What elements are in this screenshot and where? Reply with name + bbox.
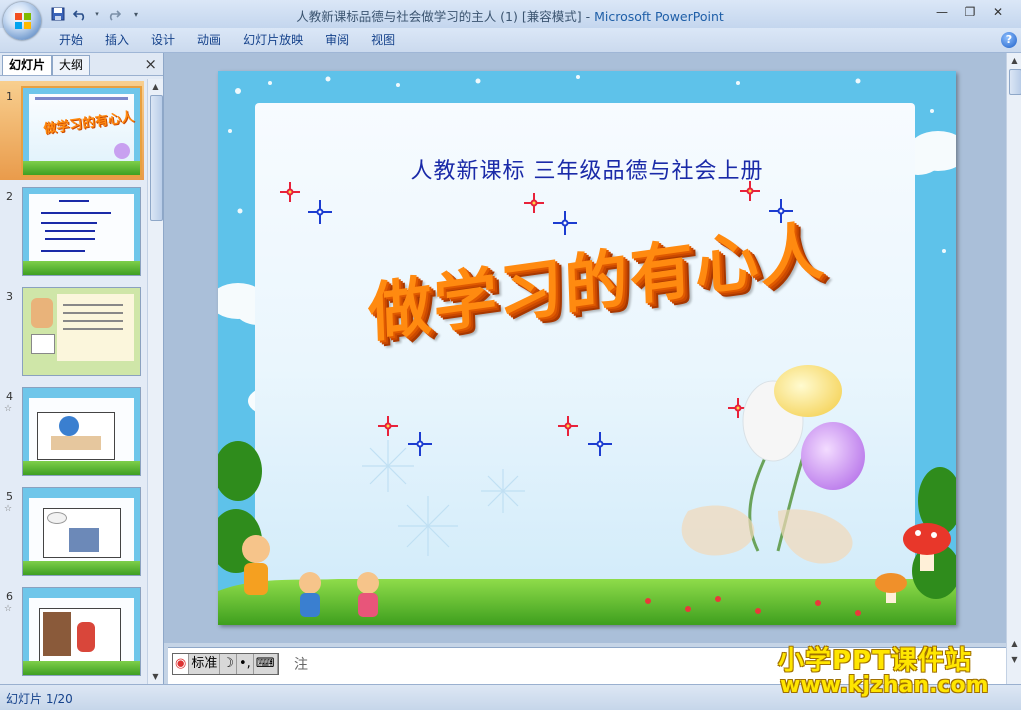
tab-slides[interactable]: 幻灯片 (2, 55, 53, 75)
slide-preview (22, 387, 141, 476)
slide-counter: 幻灯片 1/20 (6, 692, 73, 706)
scrollbar-thumb[interactable] (1009, 69, 1021, 95)
slide-thumbnail[interactable]: 5 ☆ (0, 487, 147, 579)
next-slide-icon[interactable]: ▼ (1008, 653, 1021, 666)
quick-access-toolbar: ▾ ▾ (50, 5, 144, 23)
scroll-up-icon[interactable]: ▲ (149, 80, 162, 93)
window-controls: — ❐ ✕ (929, 2, 1011, 22)
ime-toolbar: ◉ 标准 ☽ •, ⌨ (172, 653, 279, 675)
ime-punctuation-toggle[interactable]: •, (237, 654, 254, 674)
tab-outline[interactable]: 大纲 (52, 55, 91, 75)
ime-fullwidth-toggle[interactable]: ☽ (220, 654, 238, 674)
edit-area-scrollbar[interactable]: ▲ ▲ ▼ (1006, 53, 1021, 684)
window-title: 人教新课标品德与社会做学习的主人 (1) [兼容模式] - Microsoft … (230, 6, 790, 25)
undo-icon[interactable] (72, 6, 88, 22)
slide-number: 6 (6, 590, 13, 603)
slide-subtitle[interactable]: 人教新课标 三年级品德与社会上册 (218, 153, 956, 185)
slide-preview (22, 287, 141, 376)
slide-thumbnail-list: 1 做学习的有心人 2 3 4 ☆ 5 ☆ 6 ☆ (0, 79, 147, 684)
ribbon: 开始 插入 设计 动画 幻灯片放映 审阅 视图 ? (0, 28, 1021, 53)
title-separator: - (581, 9, 595, 24)
redo-icon[interactable] (106, 6, 122, 22)
scrollbar-thumb[interactable] (150, 95, 163, 221)
animation-star-icon: ☆ (4, 504, 13, 514)
ime-softkeyboard-icon[interactable]: ⌨ (254, 654, 278, 674)
ime-mode-standard[interactable]: 标准 (189, 654, 221, 674)
customize-icon[interactable]: ▾ (128, 6, 144, 22)
slide-canvas[interactable]: 人教新课标 三年级品德与社会上册 做学习的有心人 (218, 71, 956, 625)
animation-star-icon: ☆ (4, 604, 13, 614)
slide-preview (22, 487, 141, 576)
scroll-down-icon[interactable]: ▼ (149, 670, 162, 683)
slide-thumbnail[interactable]: 4 ☆ (0, 387, 147, 479)
scroll-up-icon[interactable]: ▲ (1008, 54, 1021, 67)
slide-number: 1 (6, 90, 13, 103)
save-icon[interactable] (50, 6, 66, 22)
animation-star-icon: ☆ (4, 404, 13, 414)
pane-tabs: 幻灯片 大纲 × (0, 53, 163, 76)
slides-pane: 幻灯片 大纲 × 1 做学习的有心人 2 3 4 ☆ 5 ☆ 6 ☆ ▲ ▼ (0, 53, 164, 684)
watermark-title: 小学PPT课件站 (778, 646, 972, 676)
slides-pane-scrollbar[interactable]: ▲ ▼ (147, 79, 163, 684)
tab-insert[interactable]: 插入 (94, 31, 140, 49)
document-name: 人教新课标品德与社会做学习的主人 (1) [兼容模式] (296, 9, 582, 24)
watermark-url: www.kjzhan.com (780, 673, 989, 698)
restore-icon[interactable]: ❐ (957, 2, 983, 22)
app-name: Microsoft PowerPoint (594, 9, 724, 24)
tab-design[interactable]: 设计 (140, 31, 186, 49)
slide-thumbnail[interactable]: 2 (0, 187, 147, 279)
slide-preview (22, 587, 141, 676)
tab-animations[interactable]: 动画 (186, 31, 232, 49)
minimize-icon[interactable]: — (929, 2, 955, 22)
tab-slideshow[interactable]: 幻灯片放映 (232, 31, 314, 49)
slide-preview: 做学习的有心人 (21, 86, 142, 177)
pane-close-icon[interactable]: × (144, 55, 157, 73)
ribbon-tabs: 开始 插入 设计 动画 幻灯片放映 审阅 视图 (48, 31, 406, 49)
office-button[interactable] (3, 2, 41, 40)
tab-home[interactable]: 开始 (48, 31, 94, 49)
close-icon[interactable]: ✕ (985, 2, 1011, 22)
ime-logo-icon[interactable]: ◉ (173, 654, 190, 674)
notes-placeholder: 注 (294, 657, 308, 673)
slide-thumbnail[interactable]: 3 (0, 287, 147, 379)
office-logo-icon (15, 13, 31, 29)
slide-thumbnail[interactable]: 1 做学习的有心人 (0, 81, 147, 180)
slide-number: 4 (6, 390, 13, 403)
tab-review[interactable]: 审阅 (314, 31, 360, 49)
undo-dropdown-icon[interactable]: ▾ (94, 6, 100, 22)
previous-slide-icon[interactable]: ▲ (1008, 637, 1021, 650)
slide-number: 5 (6, 490, 13, 503)
slide-preview (22, 187, 141, 276)
tab-view[interactable]: 视图 (360, 31, 406, 49)
slide-number: 2 (6, 190, 13, 203)
slide-thumbnail[interactable]: 6 ☆ (0, 587, 147, 679)
slide-number: 3 (6, 290, 13, 303)
help-icon[interactable]: ? (1001, 32, 1017, 48)
